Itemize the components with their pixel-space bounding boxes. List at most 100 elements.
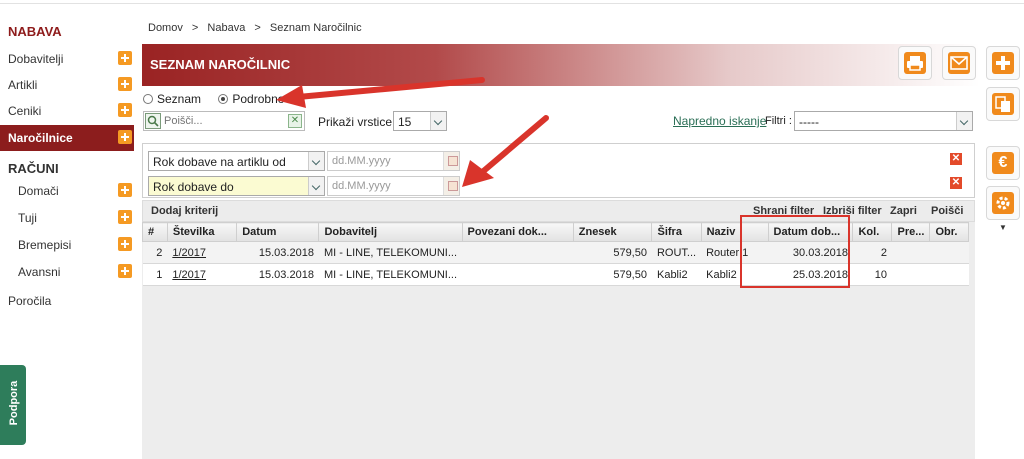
add-icon[interactable] — [118, 210, 132, 224]
sidebar-section-racuni: RAČUNI — [8, 161, 59, 176]
view-option-label: Seznam — [157, 92, 202, 106]
view-option-list[interactable]: Seznam — [143, 92, 201, 106]
email-button[interactable] — [942, 46, 976, 80]
breadcrumb-separator: > — [191, 22, 199, 34]
sidebar-item-avansni[interactable]: Avansni — [0, 259, 134, 285]
rows-value: 15 — [398, 115, 412, 129]
col-header-date[interactable]: Datum — [236, 222, 320, 242]
support-tab[interactable]: Podpora — [0, 365, 26, 445]
criterion-field-select[interactable]: Rok dobave na artiklu od — [148, 151, 325, 171]
col-header-pre[interactable]: Pre... — [891, 222, 931, 242]
col-header-index[interactable]: # — [142, 222, 168, 242]
col-header-supplier[interactable]: Dobavitelj — [318, 222, 463, 242]
cell-index: 1 — [142, 263, 168, 286]
copy-icon — [992, 93, 1014, 115]
col-header-linked-docs[interactable]: Povezani dok... — [461, 222, 574, 242]
sidebar-item-label: Poročila — [8, 294, 52, 308]
view-option-label: Podrobno — [232, 92, 285, 106]
plus-icon — [992, 52, 1014, 74]
radio-icon — [143, 94, 153, 104]
add-icon[interactable] — [118, 103, 132, 117]
col-header-obr[interactable]: Obr. — [929, 222, 969, 242]
sidebar-item-artikli[interactable]: Artikli — [0, 72, 134, 98]
add-icon[interactable] — [118, 183, 132, 197]
col-header-number[interactable]: Številka — [166, 222, 238, 242]
add-icon[interactable] — [118, 237, 132, 251]
criterion-date-input[interactable]: dd.MM.yyyy — [327, 151, 460, 171]
col-header-quantity[interactable]: Kol. — [852, 222, 893, 242]
sidebar-item-label: Artikli — [8, 78, 38, 92]
top-border — [0, 0, 1024, 4]
breadcrumb-current: Seznam Naročilnic — [269, 22, 362, 34]
sidebar-section-nabava: NABAVA — [8, 24, 62, 39]
search-filter-button[interactable]: Poišči — [931, 205, 963, 217]
euro-icon: € — [992, 152, 1014, 174]
sidebar-item-domaci[interactable]: Domači — [0, 178, 134, 204]
sidebar-item-bremepisi[interactable]: Bremepisi — [0, 232, 134, 258]
print-button[interactable] — [898, 46, 932, 80]
cell-supplier: MI - LINE, TELEKOMUNI... — [318, 263, 462, 286]
search-icon[interactable] — [145, 113, 161, 129]
calendar-icon[interactable] — [443, 152, 459, 170]
sidebar-item-tuji[interactable]: Tuji — [0, 205, 134, 231]
view-toggle: Seznam Podrobno — [143, 92, 284, 106]
date-placeholder: dd.MM.yyyy — [332, 180, 391, 192]
filters-select[interactable]: ----- — [794, 111, 973, 131]
support-label: Podpora — [8, 380, 20, 426]
cell-obr — [929, 241, 969, 264]
settings-button[interactable] — [986, 186, 1020, 220]
cell-amount: 579,50 — [573, 263, 652, 286]
rows-select[interactable]: 15 — [393, 111, 447, 131]
search-input[interactable] — [164, 114, 282, 128]
sidebar-item-ceniki[interactable]: Ceniki — [0, 98, 134, 124]
filter-action-bar: Dodaj kriterij Shrani filter Izbriši fil… — [142, 200, 975, 222]
criterion-field-value: Rok dobave na artiklu od — [153, 155, 286, 169]
sidebar-item-label: Naročilnice — [8, 131, 73, 145]
criterion-field-select[interactable]: Rok dobave do — [148, 176, 325, 196]
add-icon[interactable] — [118, 77, 132, 91]
add-icon[interactable] — [118, 51, 132, 65]
order-number-link[interactable]: 1/2017 — [167, 263, 237, 286]
settings-dropdown-icon[interactable]: ▼ — [997, 223, 1009, 233]
sidebar-item-dobavitelji[interactable]: Dobavitelji — [0, 46, 134, 72]
calendar-icon[interactable] — [443, 177, 459, 195]
cell-code: Kabli2 — [651, 263, 702, 286]
cell-amount: 579,50 — [573, 241, 652, 264]
sidebar-item-porocila[interactable]: Poročila — [0, 288, 134, 314]
advanced-search-link[interactable]: Napredno iskanje — [673, 114, 766, 128]
cell-obr — [929, 263, 969, 286]
add-icon[interactable] — [118, 130, 132, 144]
sidebar-item-label: Ceniki — [8, 104, 42, 118]
search-box: ✕ — [143, 111, 305, 131]
criterion-date-input[interactable]: dd.MM.yyyy — [327, 176, 460, 196]
radio-selected-icon — [218, 94, 229, 104]
breadcrumb-home[interactable]: Domov — [148, 22, 183, 34]
sidebar-item-label: Dobavitelji — [8, 52, 64, 66]
breadcrumb-separator: > — [254, 22, 261, 34]
add-button[interactable] — [986, 46, 1020, 80]
chevron-down-icon — [308, 152, 324, 170]
sidebar-item-narocilnice[interactable]: Naročilnice — [0, 125, 134, 151]
breadcrumb-nabava[interactable]: Nabava — [207, 22, 245, 34]
remove-criterion-icon[interactable]: ✕ — [950, 153, 962, 165]
cell-date: 15.03.2018 — [236, 263, 319, 286]
clear-search-icon[interactable]: ✕ — [288, 114, 302, 128]
copy-button[interactable] — [986, 87, 1020, 121]
view-option-detail[interactable]: Podrobno — [218, 92, 284, 106]
add-criterion-button[interactable]: Dodaj kriterij — [151, 205, 218, 217]
envelope-icon — [948, 52, 970, 74]
cell-date: 15.03.2018 — [236, 241, 319, 264]
cell-linked-docs — [462, 241, 574, 264]
sidebar-item-label: Tuji — [18, 211, 37, 225]
printer-icon — [904, 52, 926, 74]
remove-criterion-icon[interactable]: ✕ — [950, 177, 962, 189]
add-icon[interactable] — [118, 264, 132, 278]
sidebar-item-label: Bremepisi — [18, 238, 72, 252]
order-number-link[interactable]: 1/2017 — [167, 241, 237, 264]
currency-button[interactable]: € — [986, 146, 1020, 180]
col-header-code[interactable]: Šifra — [651, 222, 702, 242]
col-header-amount[interactable]: Znesek — [572, 222, 653, 242]
page-title-bar: SEZNAM NAROČILNIC — [142, 44, 980, 86]
close-filter-button[interactable]: Zapri — [890, 205, 917, 217]
criterion-field-value: Rok dobave do — [153, 180, 234, 194]
